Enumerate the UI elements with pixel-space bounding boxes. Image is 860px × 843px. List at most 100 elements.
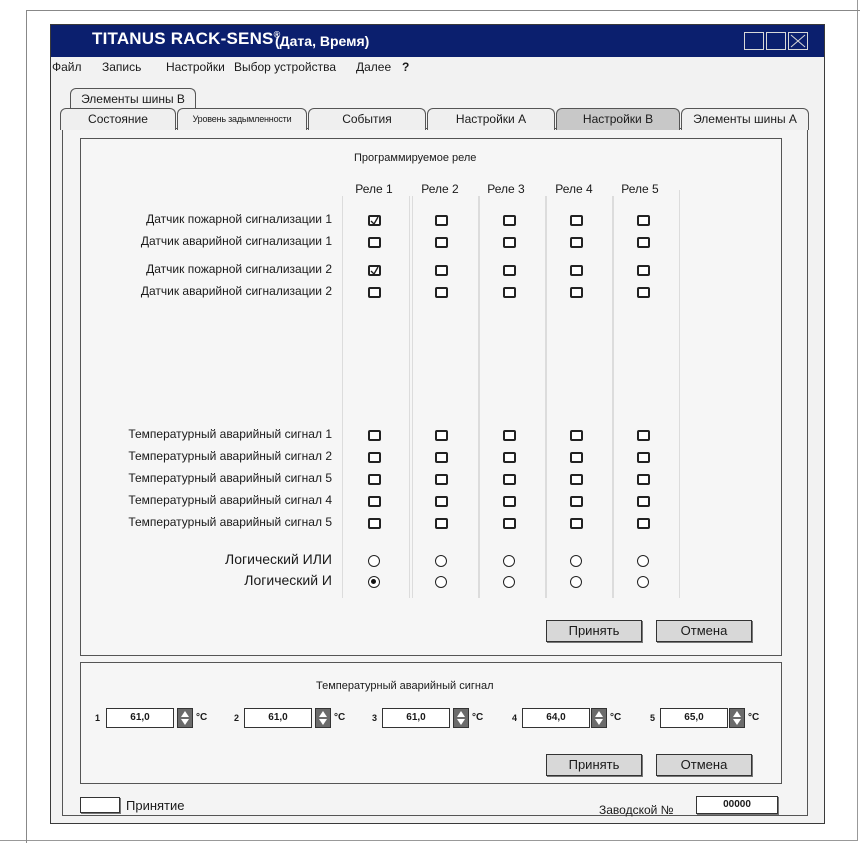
relay-checkbox[interactable] (368, 496, 381, 507)
relay-checkbox[interactable] (503, 265, 516, 276)
temp-cancel-button[interactable]: Отмена (656, 754, 752, 776)
relay-checkbox[interactable] (637, 496, 650, 507)
tab-bus-elements-b[interactable]: Элементы шины В (70, 88, 196, 110)
relay-column-header: Реле 5 (606, 182, 674, 196)
relay-checkbox[interactable] (570, 496, 583, 507)
relay-checkbox[interactable] (570, 452, 583, 463)
relay-checkbox[interactable] (435, 265, 448, 276)
logic-radio[interactable] (368, 576, 380, 588)
menu-help[interactable]: ? (402, 60, 409, 74)
relay-checkbox[interactable] (570, 474, 583, 485)
temp-unit: °C (196, 712, 208, 723)
relay-checkbox[interactable] (368, 265, 381, 276)
temp-input-5[interactable]: 65,0 (660, 708, 728, 728)
relay-checkbox[interactable] (435, 474, 448, 485)
relay-column-bg (412, 190, 480, 598)
relay-checkbox[interactable] (435, 430, 448, 441)
relay-checkbox[interactable] (637, 215, 650, 226)
logic-radio[interactable] (435, 576, 447, 588)
tab-settings-b[interactable]: Настройки В (556, 108, 680, 130)
temp-spinner-2[interactable] (315, 708, 331, 728)
relay-checkbox[interactable] (637, 265, 650, 276)
relay-checkbox[interactable] (503, 518, 516, 529)
relay-checkbox[interactable] (637, 430, 650, 441)
temp-input-2[interactable]: 61,0 (244, 708, 312, 728)
temp-channel-number: 3 (372, 713, 378, 723)
relay-checkbox[interactable] (368, 430, 381, 441)
logic-radio[interactable] (637, 576, 649, 588)
relay-checkbox[interactable] (503, 215, 516, 226)
menu-record[interactable]: Запись (102, 60, 141, 74)
relay-row-label: Датчик пожарной сигнализации 2 (146, 262, 332, 276)
tab-smoke-level[interactable]: Уровень задымленности (177, 108, 307, 130)
temp-input-3[interactable]: 61,0 (382, 708, 450, 728)
relay-checkbox[interactable] (570, 518, 583, 529)
maximize-button[interactable] (766, 32, 786, 50)
tab-events[interactable]: События (308, 108, 426, 130)
temp-spinner-5[interactable] (729, 708, 745, 728)
logic-radio[interactable] (435, 555, 447, 567)
relay-checkbox[interactable] (503, 237, 516, 248)
relay-checkbox[interactable] (368, 237, 381, 248)
relay-checkbox[interactable] (503, 287, 516, 298)
logic-radio[interactable] (570, 576, 582, 588)
relay-row-label: Датчик аварийной сигнализации 2 (140, 284, 332, 298)
relay-checkbox[interactable] (368, 452, 381, 463)
relay-column-bg (612, 190, 680, 598)
relay-checkbox[interactable] (368, 215, 381, 226)
menu-settings[interactable]: Настройки (166, 60, 225, 74)
relay-column-header: Реле 1 (340, 182, 408, 196)
relay-checkbox[interactable] (368, 518, 381, 529)
relay-checkbox[interactable] (570, 237, 583, 248)
relay-checkbox[interactable] (435, 496, 448, 507)
temp-input-1[interactable]: 61,0 (106, 708, 174, 728)
relay-checkbox[interactable] (435, 237, 448, 248)
serial-number-field: 00000 (696, 796, 778, 814)
relay-checkbox[interactable] (637, 474, 650, 485)
close-button[interactable] (788, 32, 808, 50)
minimize-button[interactable] (744, 32, 764, 50)
relay-checkbox[interactable] (503, 430, 516, 441)
relay-checkbox[interactable] (368, 474, 381, 485)
relay-section-title: Программируемое реле (354, 152, 477, 164)
relay-checkbox[interactable] (637, 452, 650, 463)
down-arrow-icon (181, 719, 189, 725)
tab-settings-a[interactable]: Настройки А (427, 108, 555, 130)
relay-checkbox[interactable] (637, 287, 650, 298)
relay-checkbox[interactable] (503, 496, 516, 507)
temp-spinner-1[interactable] (177, 708, 193, 728)
menu-next[interactable]: Далее (356, 60, 391, 74)
relay-checkbox[interactable] (570, 430, 583, 441)
logic-radio[interactable] (503, 555, 515, 567)
temp-accept-button[interactable]: Принять (546, 754, 642, 776)
menu-select-device[interactable]: Выбор устройства (234, 60, 336, 74)
logic-radio[interactable] (503, 576, 515, 588)
tab-bus-elements-a[interactable]: Элементы шины А (681, 108, 809, 130)
relay-checkbox[interactable] (435, 452, 448, 463)
relay-checkbox[interactable] (637, 518, 650, 529)
logic-radio[interactable] (637, 555, 649, 567)
relay-checkbox[interactable] (570, 215, 583, 226)
relay-checkbox[interactable] (435, 287, 448, 298)
tab-status[interactable]: Состояние (60, 108, 176, 130)
relay-column-header: Реле 2 (406, 182, 474, 196)
relay-checkbox[interactable] (570, 265, 583, 276)
relay-checkbox[interactable] (435, 215, 448, 226)
relay-checkbox[interactable] (503, 452, 516, 463)
relay-checkbox[interactable] (435, 518, 448, 529)
relay-row-label: Температурный аварийный сигнал 4 (128, 493, 332, 507)
relay-checkbox[interactable] (368, 287, 381, 298)
temp-input-4[interactable]: 64,0 (522, 708, 590, 728)
logic-radio[interactable] (368, 555, 380, 567)
relay-checkbox[interactable] (570, 287, 583, 298)
menu-file[interactable]: Файл (52, 60, 82, 74)
temp-spinner-4[interactable] (591, 708, 607, 728)
relay-checkbox[interactable] (637, 237, 650, 248)
relay-accept-button[interactable]: Принять (546, 620, 642, 642)
relay-cancel-button[interactable]: Отмена (656, 620, 752, 642)
logic-radio[interactable] (570, 555, 582, 567)
relay-checkbox[interactable] (503, 474, 516, 485)
temp-spinner-3[interactable] (453, 708, 469, 728)
relay-row-label: Температурный аварийный сигнал 2 (128, 449, 332, 463)
down-arrow-icon (319, 719, 327, 725)
